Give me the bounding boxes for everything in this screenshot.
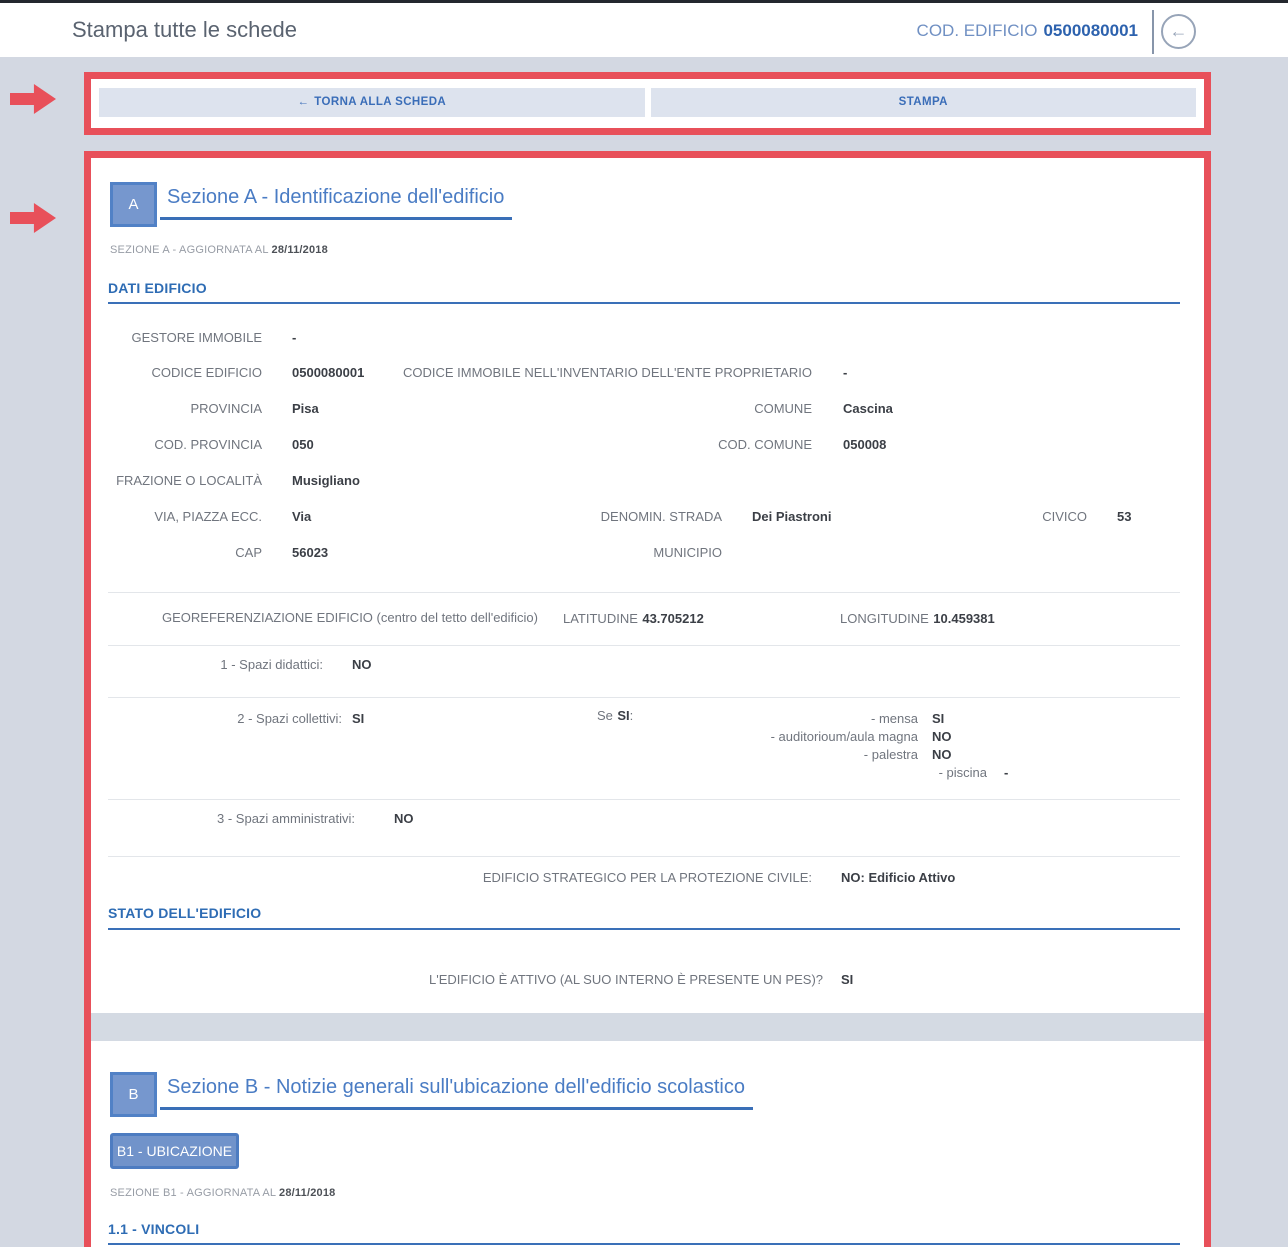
civico-label: CIVICO	[941, 509, 1087, 524]
section-a-meta-label: SEZIONE A - AGGIORNATA AL	[110, 244, 268, 256]
provincia-label: PROVINCIA	[91, 401, 262, 416]
section-a-meta: SEZIONE A - AGGIORNATA AL 28/11/2018	[110, 244, 328, 256]
section-a-title-wrap: Sezione A - Identificazione dell'edifici…	[160, 186, 512, 220]
denom-strada-value: Dei Piastroni	[752, 509, 831, 524]
dati-edificio-heading: DATI EDIFICIO	[108, 280, 207, 296]
auditorium-value: NO	[932, 729, 952, 744]
denom-strada-label: DENOMIN. STRADA	[491, 509, 722, 524]
stato-edificio-underline	[108, 928, 1180, 930]
spazi-didattici-label: 1 - Spazi didattici:	[91, 657, 323, 672]
codice-immobile-value: -	[843, 365, 847, 380]
building-code-value: 0500080001	[1043, 21, 1138, 40]
back-arrow-icon: ←	[297, 96, 309, 108]
spazi-amministrativi-value: NO	[394, 811, 414, 826]
building-code: COD. EDIFICIO 0500080001	[917, 21, 1138, 41]
section-b1-meta: SEZIONE B1 - AGGIORNATA AL 28/11/2018	[110, 1187, 335, 1199]
divider	[108, 799, 1180, 800]
longitudine-label: LONGITUDINE	[840, 611, 929, 626]
via-label: VIA, PIAZZA ECC.	[91, 509, 262, 524]
divider	[108, 697, 1180, 698]
page: Stampa tutte le schede COD. EDIFICIO0500…	[0, 0, 1288, 1247]
toolbar-annotation-box: ← TORNA ALLA SCHEDA STAMPA	[84, 72, 1211, 135]
comune-value: Cascina	[843, 401, 893, 416]
longitudine-value: 10.459381	[933, 611, 994, 626]
codice-edificio-value: 0500080001	[292, 365, 364, 380]
section-b-badge: B	[110, 1072, 157, 1117]
frazione-label: FRAZIONE O LOCALITÀ	[91, 473, 262, 488]
edificio-attivo-label: L'EDIFICIO È ATTIVO (AL SUO INTERNO È PR…	[291, 972, 823, 987]
section-a-title: Sezione A - Identificazione dell'edifici…	[167, 186, 504, 208]
latitudine-label: LATITUDINE	[563, 611, 638, 626]
torna-alla-scheda-button[interactable]: ← TORNA ALLA SCHEDA	[99, 88, 645, 117]
back-button[interactable]: ←	[1161, 14, 1196, 49]
strategico-value: NO: Edificio Attivo	[841, 870, 955, 885]
geo-label: GEOREFERENZIAZIONE EDIFICIO (centro del …	[91, 610, 538, 625]
divider	[108, 856, 1180, 857]
longitudine-field: LONGITUDINE 10.459381	[840, 610, 995, 628]
cap-value: 56023	[292, 545, 328, 560]
cod-provincia-label: COD. PROVINCIA	[91, 437, 262, 452]
codice-edificio-label: CODICE EDIFICIO	[91, 365, 262, 380]
provincia-value: Pisa	[292, 401, 319, 416]
stato-edificio-heading: STATO DELL'EDIFICIO	[108, 905, 261, 921]
spazi-didattici-value: NO	[352, 657, 372, 672]
page-title: Stampa tutte le schede	[72, 17, 297, 43]
municipio-label: MUNICIPIO	[491, 545, 722, 560]
auditorium-label: - auditorioum/aula magna	[591, 729, 918, 744]
stampa-button[interactable]: STAMPA	[651, 88, 1197, 117]
palestra-label: - palestra	[591, 747, 918, 762]
back-arrow-icon: ←	[1170, 21, 1188, 41]
section-b-title-wrap: Sezione B - Notizie generali sull'ubicaz…	[160, 1076, 753, 1110]
annotation-arrow-toolbar	[10, 84, 56, 114]
frazione-value: Musigliano	[292, 473, 360, 488]
b1-ubicazione-button[interactable]: B1 - UBICAZIONE	[110, 1133, 239, 1169]
building-code-label: COD. EDIFICIO	[917, 21, 1038, 40]
section-a-meta-date: 28/11/2018	[272, 244, 328, 256]
section-b-title: Sezione B - Notizie generali sull'ubicaz…	[167, 1076, 745, 1098]
spazi-amministrativi-label: 3 - Spazi amministrativi:	[91, 811, 355, 826]
vincoli-underline	[108, 1243, 1180, 1245]
spazi-collettivi-label: 2 - Spazi collettivi:	[91, 711, 342, 726]
annotation-arrow-section	[10, 203, 56, 233]
latitudine-field: LATITUDINE 43.705212	[563, 610, 704, 628]
section-b1-meta-label: SEZIONE B1 - AGGIORNATA AL	[110, 1187, 276, 1199]
section-separator-band	[91, 1013, 1204, 1041]
palestra-value: NO	[932, 747, 952, 762]
section-a-badge: A	[110, 182, 157, 227]
codice-immobile-label: CODICE IMMOBILE NELL'INVENTARIO DELL'ENT…	[391, 365, 812, 380]
strategico-label: EDIFICIO STRATEGICO PER LA PROTEZIONE CI…	[291, 870, 812, 885]
via-value: Via	[292, 509, 311, 524]
stampa-label: STAMPA	[899, 96, 948, 108]
cod-comune-value: 050008	[843, 437, 886, 452]
piscina-label: - piscina	[591, 765, 987, 780]
header-divider	[1152, 10, 1154, 54]
header: Stampa tutte le schede COD. EDIFICIO 0500…	[0, 3, 1288, 57]
spazi-collettivi-value: SI	[352, 711, 364, 726]
divider	[108, 592, 1180, 593]
section-b1-meta-date: 28/11/2018	[279, 1187, 335, 1199]
cod-provincia-value: 050	[292, 437, 314, 452]
cod-comune-label: COD. COMUNE	[391, 437, 812, 452]
torna-alla-scheda-label: TORNA ALLA SCHEDA	[314, 96, 446, 108]
gestore-value: -	[292, 330, 296, 345]
vincoli-heading: 1.1 - VINCOLI	[108, 1221, 199, 1237]
mensa-label: - mensa	[591, 711, 918, 726]
latitudine-value: 43.705212	[642, 611, 703, 626]
divider	[108, 645, 1180, 646]
civico-value: 53	[1117, 509, 1131, 524]
cap-label: CAP	[91, 545, 262, 560]
comune-label: COMUNE	[391, 401, 812, 416]
mensa-value: SI	[932, 711, 944, 726]
gestore-label: GESTORE IMMOBILE	[91, 330, 262, 345]
piscina-value: -	[1004, 765, 1008, 780]
edificio-attivo-value: SI	[841, 972, 853, 987]
dati-edificio-underline	[108, 302, 1180, 304]
content-annotation-box: A Sezione A - Identificazione dell'edifi…	[84, 151, 1211, 1247]
